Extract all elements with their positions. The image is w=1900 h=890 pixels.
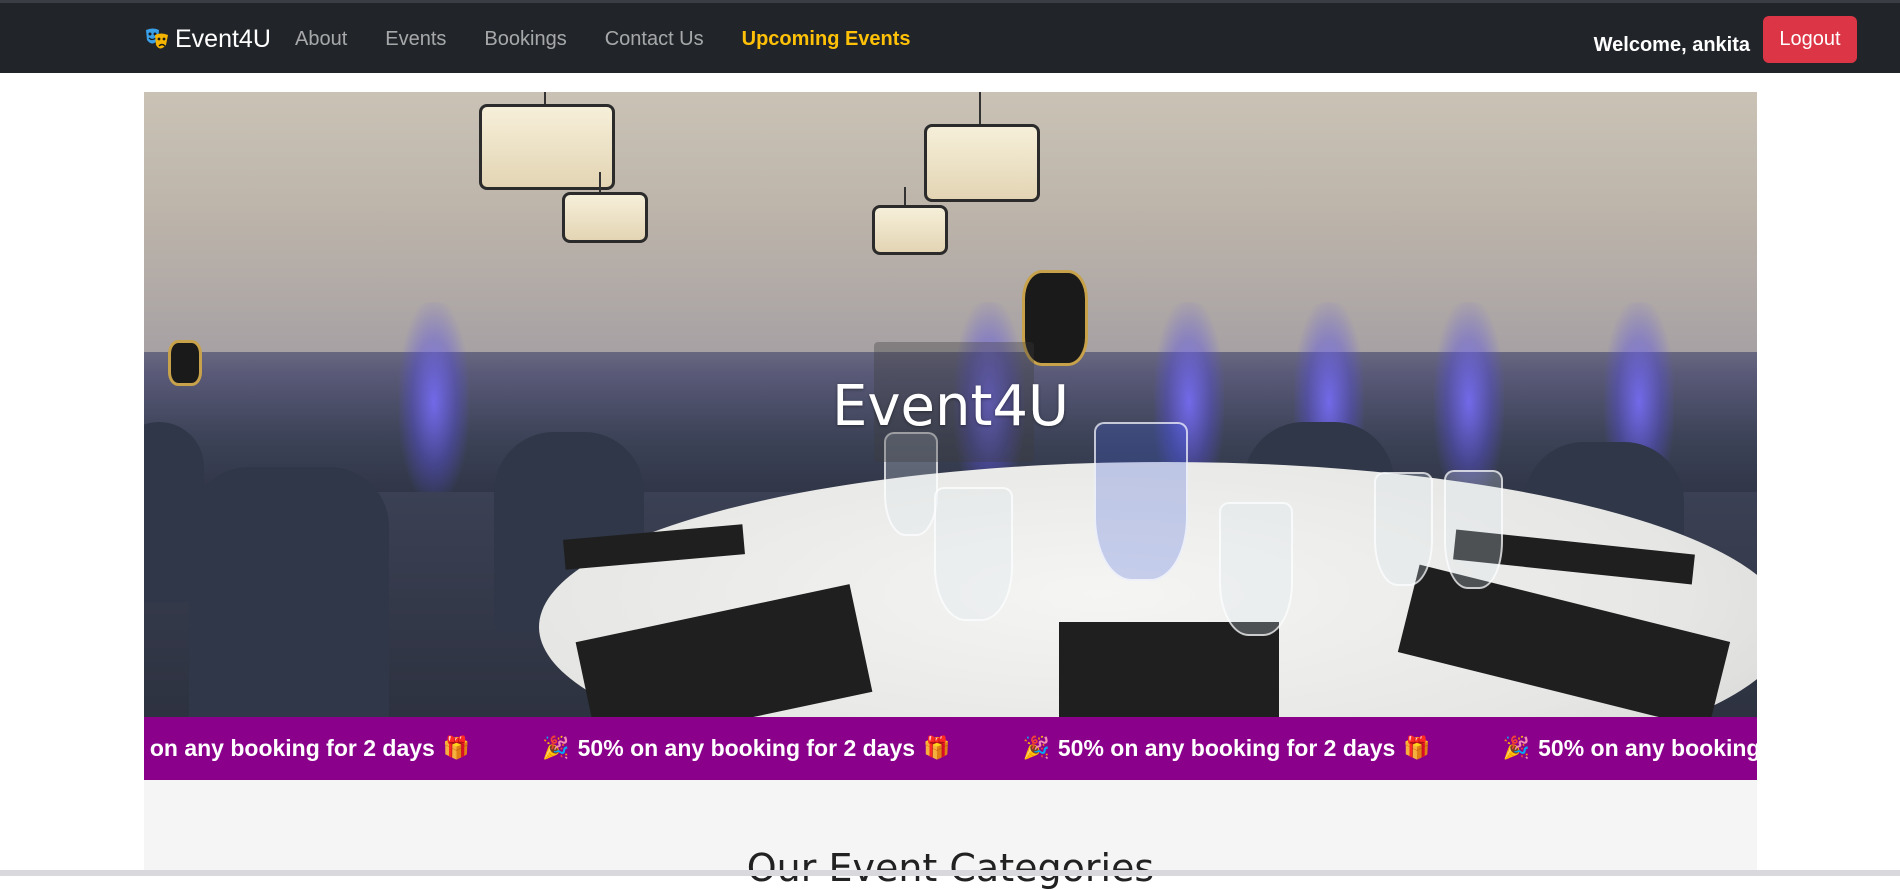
promo-text: 50% on any booking for 2 days [577,735,916,761]
top-navbar: Event4U About Events Bookings Contact Us… [0,3,1900,73]
gift-icon: 🎁 [923,736,951,761]
hero-banner: Event4U [144,92,1757,717]
nav-contact-us[interactable]: Contact Us [586,26,723,52]
horizontal-scrollbar[interactable] [0,870,1900,876]
party-popper-icon: 🎉 [1502,736,1531,761]
welcome-text: Welcome, ankita [1593,34,1750,56]
promo-text: 50% on any booking for 2 days [1057,735,1396,761]
brand-text: Event4U [175,24,271,53]
party-popper-icon: 🎉 [1022,736,1050,761]
promo-item: 🎉 50% on any booking for 2 days 🎁 [506,735,986,762]
promo-text: 50% on any booking for 2 days [1538,735,1757,761]
nav-about[interactable]: About [295,26,366,52]
promo-item: 🎉 50% on any booking for 2 days 🎁 [1467,735,1757,762]
categories-heading: Our Event Categories [746,846,1155,890]
promo-item: 🎉 50% on any booking for 2 days 🎁 [144,735,506,762]
promo-item: 🎉 50% on any booking for 2 days 🎁 [986,735,1466,762]
gift-icon: 🎁 [442,736,471,761]
logout-button[interactable]: Logout [1763,16,1857,63]
nav-upcoming-events[interactable]: Upcoming Events [723,26,930,52]
event-categories-section: Our Event Categories [144,780,1757,890]
brand-link[interactable]: Event4U [143,24,271,54]
nav-bookings[interactable]: Bookings [465,26,585,52]
party-popper-icon: 🎉 [542,736,570,761]
gift-icon: 🎁 [1403,736,1431,761]
nav-events[interactable]: Events [366,26,465,52]
nav-links: About Events Bookings Contact Us Upcomin… [295,26,930,52]
promo-marquee: 🎉 50% on any booking for 2 days 🎁 🎉 50% … [144,717,1757,780]
theater-masks-icon [143,25,171,53]
promo-text: 50% on any booking for 2 days [144,735,435,761]
hero-title: Event4U [831,374,1070,439]
promo-track: 🎉 50% on any booking for 2 days 🎁 🎉 50% … [144,717,1757,780]
